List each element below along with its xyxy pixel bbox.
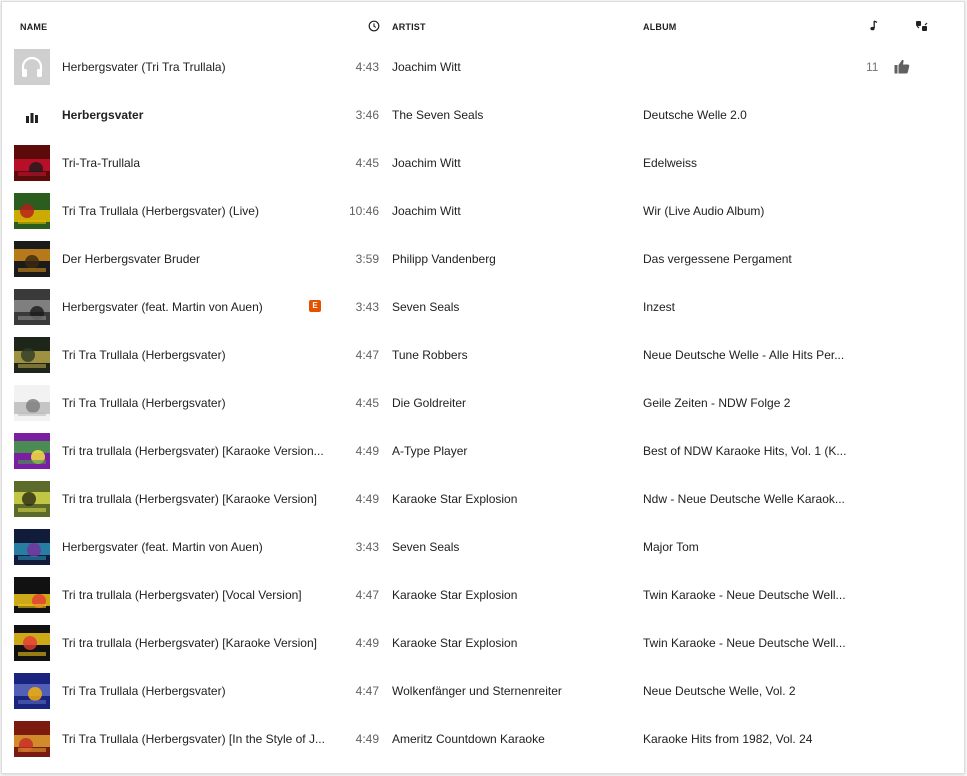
album-art-thumbnail[interactable] xyxy=(14,433,50,469)
song-duration: 4:49 xyxy=(355,636,379,650)
song-duration: 4:47 xyxy=(355,588,379,602)
album-art-thumbnail[interactable] xyxy=(14,337,50,373)
column-header-artist[interactable]: ARTIST xyxy=(392,22,426,32)
song-album[interactable]: Major Tom xyxy=(643,523,699,571)
song-album[interactable]: Best of NDW Karaoke Hits, Vol. 1 (K... xyxy=(643,427,846,475)
song-duration: 4:47 xyxy=(355,348,379,362)
song-title[interactable]: Herbergsvater (feat. Martin von Auen) xyxy=(62,283,263,331)
song-duration: 4:45 xyxy=(355,396,379,410)
album-art-thumbnail[interactable] xyxy=(14,529,50,565)
song-album[interactable]: Neue Deutsche Welle - Alle Hits Per... xyxy=(643,331,844,379)
equalizer-icon[interactable] xyxy=(26,110,38,128)
song-album[interactable]: Neue Deutsche Welle, Vol. 2 xyxy=(643,667,796,715)
song-artist[interactable]: Ameritz Countdown Karaoke xyxy=(392,715,545,763)
song-title[interactable]: Tri-Tra-Trullala xyxy=(62,139,140,187)
album-art-thumbnail[interactable] xyxy=(14,241,50,277)
album-art-thumbnail[interactable] xyxy=(14,577,50,613)
song-duration: 3:59 xyxy=(355,252,379,266)
song-title[interactable]: Tri Tra Trullala (Herbergsvater) xyxy=(62,379,226,427)
song-artist[interactable]: Joachim Witt xyxy=(392,187,461,235)
song-album[interactable]: Geile Zeiten - NDW Folge 2 xyxy=(643,379,790,427)
song-title[interactable]: Tri Tra Trullala (Herbergsvater) xyxy=(62,667,226,715)
song-duration: 3:43 xyxy=(355,300,379,314)
song-artist[interactable]: Tune Robbers xyxy=(392,331,468,379)
song-album[interactable]: Das vergessene Pergament xyxy=(643,235,792,283)
song-row[interactable]: Tri-Tra-Trullala 4:45 Joachim Witt Edelweis… xyxy=(2,139,964,187)
song-duration: 4:49 xyxy=(355,444,379,458)
song-row[interactable]: Der Herbergsvater Bruder 3:59 Philipp Vand… xyxy=(2,235,964,283)
song-title[interactable]: Herbergsvater xyxy=(62,91,143,139)
album-art-thumbnail[interactable] xyxy=(14,193,50,229)
album-art-thumbnail[interactable] xyxy=(14,145,50,181)
song-album[interactable]: Karaoke Hits from 1982, Vol. 24 xyxy=(643,715,812,763)
song-title[interactable]: Tri Tra Trullala (Herbergsvater) (Live) xyxy=(62,187,259,235)
song-album[interactable]: Twin Karaoke - Neue Deutsche Well... xyxy=(643,619,846,667)
thumbs-up-down-icon[interactable] xyxy=(915,20,929,34)
song-list-card: NAME ARTIST ALBUM Herbergsvater (Tri Tra… xyxy=(2,2,964,773)
song-title[interactable]: Herbergsvater (Tri Tra Trullala) xyxy=(62,43,226,91)
song-album[interactable]: Deutsche Welle 2.0 xyxy=(643,91,747,139)
song-artist[interactable]: Seven Seals xyxy=(392,283,459,331)
thumbs-up-icon[interactable] xyxy=(894,59,910,79)
song-row[interactable]: Tri tra trullala (Herbergsvater) [Karaok… xyxy=(2,619,964,667)
song-artist[interactable]: Joachim Witt xyxy=(392,43,461,91)
song-duration: 4:49 xyxy=(355,492,379,506)
album-art-thumbnail[interactable] xyxy=(14,673,50,709)
song-row[interactable]: Herbergsvater 3:46 The Seven Seals Deutsche… xyxy=(2,91,964,139)
song-album[interactable]: Twin Karaoke - Neue Deutsche Well... xyxy=(643,571,846,619)
song-title[interactable]: Herbergsvater (feat. Martin von Auen) xyxy=(62,523,263,571)
clock-icon[interactable] xyxy=(368,20,380,34)
song-artist[interactable]: Die Goldreiter xyxy=(392,379,466,427)
music-note-icon[interactable] xyxy=(869,20,879,34)
song-row[interactable]: Herbergsvater (Tri Tra Trullala) 4:43 Joac… xyxy=(2,43,964,91)
song-title[interactable]: Tri Tra Trullala (Herbergsvater) [In the… xyxy=(62,715,325,763)
song-row[interactable]: Tri Tra Trullala (Herbergsvater) 4:47 Tune… xyxy=(2,331,964,379)
song-row[interactable]: Tri tra trullala (Herbergsvater) [Karaok… xyxy=(2,475,964,523)
column-header-album[interactable]: ALBUM xyxy=(643,22,677,32)
song-artist[interactable]: Karaoke Star Explosion xyxy=(392,475,517,523)
play-count: 11 xyxy=(866,60,879,74)
song-row[interactable]: Tri tra trullala (Herbergsvater) [Karaok… xyxy=(2,427,964,475)
song-duration: 4:45 xyxy=(355,156,379,170)
song-row[interactable]: Tri tra trullala (Herbergsvater) [Vocal … xyxy=(2,571,964,619)
album-art-thumbnail[interactable] xyxy=(14,385,50,421)
song-album[interactable]: Inzest xyxy=(643,283,675,331)
song-title[interactable]: Tri tra trullala (Herbergsvater) [Karaok… xyxy=(62,619,317,667)
song-album[interactable]: Edelweiss xyxy=(643,139,697,187)
song-row[interactable]: Tri Tra Trullala (Herbergsvater) [In the… xyxy=(2,715,964,763)
album-art-thumbnail[interactable] xyxy=(14,721,50,757)
song-artist[interactable]: Joachim Witt xyxy=(392,139,461,187)
song-row[interactable]: Herbergsvater (feat. Martin von Auen) E 3:… xyxy=(2,283,964,331)
song-title[interactable]: Tri tra trullala (Herbergsvater) [Vocal … xyxy=(62,571,302,619)
song-album[interactable]: Wir (Live Audio Album) xyxy=(643,187,764,235)
album-art-thumbnail[interactable] xyxy=(14,289,50,325)
song-artist[interactable]: Seven Seals xyxy=(392,523,459,571)
song-artist[interactable]: Philipp Vandenberg xyxy=(392,235,496,283)
song-artist[interactable]: Wolkenfänger und Sternenreiter xyxy=(392,667,562,715)
song-title[interactable]: Der Herbergsvater Bruder xyxy=(62,235,200,283)
song-duration: 3:46 xyxy=(355,108,379,122)
song-album[interactable]: Ndw - Neue Deutsche Welle Karaok... xyxy=(643,475,845,523)
song-duration: 3:43 xyxy=(355,540,379,554)
song-row[interactable]: Herbergsvater (feat. Martin von Auen) 3:4… xyxy=(2,523,964,571)
song-row[interactable]: Tri Tra Trullala (Herbergsvater) 4:45 Die … xyxy=(2,379,964,427)
album-art-thumbnail[interactable] xyxy=(14,625,50,661)
song-artist[interactable]: A-Type Player xyxy=(392,427,467,475)
song-artist[interactable]: Karaoke Star Explosion xyxy=(392,619,517,667)
explicit-badge: E xyxy=(309,300,321,312)
song-artist[interactable]: Karaoke Star Explosion xyxy=(392,571,517,619)
column-header-name[interactable]: NAME xyxy=(20,22,47,32)
song-duration: 10:46 xyxy=(348,204,379,218)
song-title[interactable]: Tri Tra Trullala (Herbergsvater) xyxy=(62,331,226,379)
song-duration: 4:43 xyxy=(355,60,379,74)
song-title[interactable]: Tri tra trullala (Herbergsvater) [Karaok… xyxy=(62,475,317,523)
album-art-thumbnail[interactable] xyxy=(14,481,50,517)
song-duration: 4:47 xyxy=(355,684,379,698)
song-duration: 4:49 xyxy=(355,732,379,746)
song-artist[interactable]: The Seven Seals xyxy=(392,91,483,139)
song-title[interactable]: Tri tra trullala (Herbergsvater) [Karaok… xyxy=(62,427,324,475)
headphones-icon[interactable] xyxy=(14,49,50,85)
song-row[interactable]: Tri Tra Trullala (Herbergsvater) 4:47 Wolk… xyxy=(2,667,964,715)
song-row[interactable]: Tri Tra Trullala (Herbergsvater) (Live) 1… xyxy=(2,187,964,235)
